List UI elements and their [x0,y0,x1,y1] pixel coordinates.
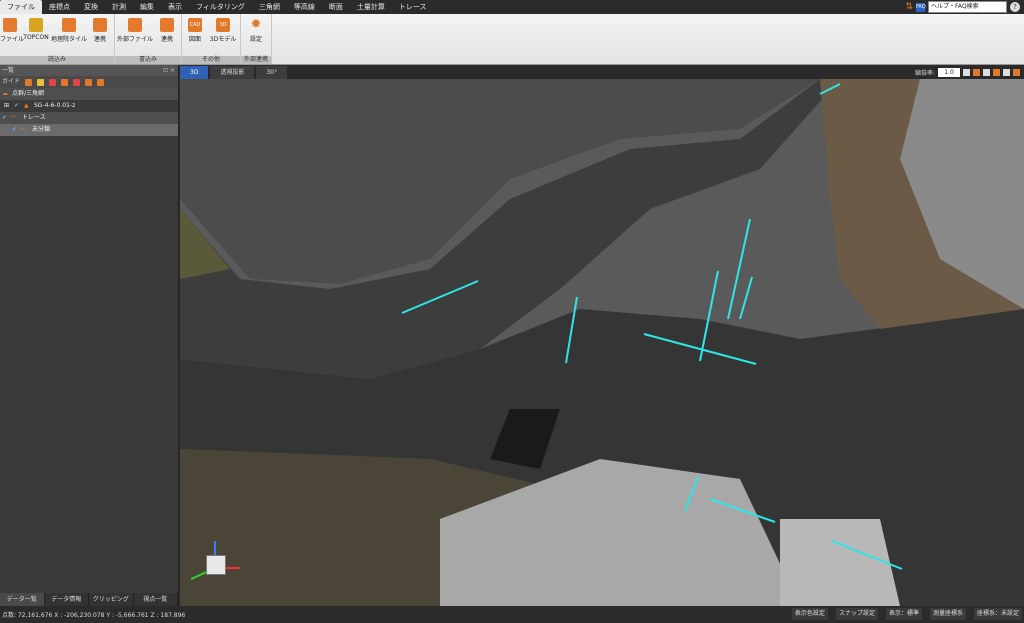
menu-right-tools: ⇅ FAQ ヘルプ・FAQ検索 ? [905,0,1024,14]
tab-data-list[interactable]: データ一覧 [0,593,45,606]
tree-row-trace[interactable]: ✔ 〰 トレース [0,112,178,124]
tab-data-info[interactable]: データ情報 [45,593,89,606]
scissors-icon[interactable] [49,78,57,86]
panel-title: 一覧 ⊡ ✕ [0,65,178,76]
view-top-icon[interactable] [973,69,980,76]
panel-toolbar: ガイド [0,76,178,88]
ribbon-group-external: ✹ 設定 外部連携 [241,14,272,64]
scanner-icon [29,18,43,32]
3d-viewport[interactable] [180,79,1024,606]
expand-icon[interactable]: ⊞ [4,100,9,112]
settings-button[interactable]: ✹ 設定 [245,17,267,44]
checkbox-icon[interactable]: ✔ [12,124,17,136]
map-tile-icon [62,18,76,32]
zoom-controls: 縮倍率: 1.0 [915,66,1020,79]
status-buttons: 表示色設定 スナップ設定 表示：標準 測量座標系 座標系：未設定 [791,608,1022,620]
delete-icon[interactable] [73,78,81,86]
tab-angle[interactable]: 30° [256,66,288,79]
survey-coordinate-button[interactable]: 測量座標系 [929,608,966,620]
display-mode-button[interactable]: 表示：標準 [885,608,922,620]
display-color-button[interactable]: 表示色設定 [791,608,828,620]
tree-row-pointcloud[interactable]: ☁ 点群/三角網 [0,88,178,100]
tool-icon-7[interactable] [97,78,105,86]
help-search-input[interactable]: ヘルプ・FAQ検索 [928,1,1007,13]
view-back-icon[interactable] [1003,69,1010,76]
ribbon-group-read: ファイル TOPCON 地理院タイル 連携 読込み [0,14,115,64]
pointcloud-icon: ▲ [24,102,29,109]
data-list-panel: 一覧 ⊡ ✕ ガイド ☁ 点群/三角網 ⊞ ✔ ▲ SG-4-6-0.01-z … [0,65,179,606]
checkbox-icon[interactable]: ✔ [14,100,19,112]
group-label-read: 読込み [0,56,114,64]
menu-filtering[interactable]: フィルタリング [189,0,252,14]
write-link-button[interactable]: 連携 [157,18,177,43]
group-label-other: その他 [182,56,240,64]
export-file-button[interactable]: 外部ファイル [117,18,153,43]
cloud-icon: ☁ [2,90,8,97]
3d-model-button[interactable]: 3D 3Dモデル [208,18,238,43]
tab-3d[interactable]: 3D [180,66,209,79]
drawing-button[interactable]: CAD 図面 [184,18,206,43]
cursor-coordinates: 点数: 72,161,676 X : -206,230.078 Y : -5,6… [2,612,186,619]
zoom-label: 縮倍率: [914,70,935,77]
panel-bottom-tabs: データ一覧 データ情報 クリッピング 視点一覧 [0,593,178,606]
menu-coord-points[interactable]: 座標点 [42,0,77,14]
menu-bar: ファイル 座標点 変換 計測 編集 表示 フィルタリング 三角網 等高線 断面 … [0,0,1024,14]
tab-clipping[interactable]: クリッピング [89,593,134,606]
link-icon [160,18,174,32]
menu-earthwork[interactable]: 土量計算 [350,0,392,14]
group-label-write: 書込み [115,56,181,64]
view-front-icon[interactable] [983,69,990,76]
sync-arrows-icon[interactable]: ⇅ [905,2,913,12]
coordinate-system-button[interactable]: 座標系：未設定 [973,608,1022,620]
link-icon [93,18,107,32]
pencil-icon[interactable] [37,78,45,86]
menu-trace[interactable]: トレース [392,0,434,14]
export-file-icon [128,18,142,32]
orientation-gizmo[interactable] [188,541,240,591]
pin-close-icon[interactable]: ⊡ ✕ [163,65,175,76]
menu-view[interactable]: 表示 [161,0,189,14]
trace-icon: 〰 [10,114,17,121]
checkbox-icon[interactable]: ✔ [2,112,7,124]
read-file-button[interactable]: ファイル [0,18,24,43]
tree-row-dataset[interactable]: ⊞ ✔ ▲ SG-4-6-0.01-z [0,100,178,112]
home-icon[interactable] [963,69,970,76]
gsi-tile-button[interactable]: 地理院タイル [50,18,88,43]
cad-icon: CAD [188,18,202,32]
guide-label[interactable]: ガイド [2,76,20,88]
faq-icon: FAQ [916,2,926,12]
snap-settings-button[interactable]: スナップ設定 [835,608,878,620]
ribbon-group-other: CAD 図面 3D 3Dモデル その他 [182,14,241,64]
3d-model-icon: 3D [216,18,230,32]
view-toolbar: 3D 透視投影 30° 縮倍率: 1.0 [180,66,1024,79]
gear-icon: ✹ [250,17,262,32]
tab-viewpoints[interactable]: 視点一覧 [134,593,178,606]
ribbon: ファイル TOPCON 地理院タイル 連携 読込み 外部ファイル 連携 書込み … [0,14,1024,65]
view-side-icon[interactable] [993,69,1000,76]
tool-icon-1[interactable] [25,78,33,86]
topcon-button[interactable]: TOPCON [22,18,50,41]
menu-file[interactable]: ファイル [0,0,42,14]
view-iso-icon[interactable] [1013,69,1020,76]
point-cloud-render[interactable] [180,79,1024,606]
menu-section[interactable]: 断面 [322,0,350,14]
zoom-input[interactable]: 1.0 [938,68,960,77]
menu-triangle-net[interactable]: 三角網 [252,0,287,14]
tab-perspective[interactable]: 透視投影 [210,66,255,79]
tool-icon-4[interactable] [61,78,69,86]
help-button[interactable]: ? [1010,2,1020,12]
file-icon [3,18,17,32]
menu-edit[interactable]: 編集 [133,0,161,14]
menu-transform[interactable]: 変換 [77,0,105,14]
trace-line-icon: 〰 [20,126,27,133]
read-link-button[interactable]: 連携 [90,18,110,43]
tool-icon-6[interactable] [85,78,93,86]
status-bar: 点数: 72,161,676 X : -206,230.078 Y : -5,6… [0,606,1024,623]
tree-row-unclassified[interactable]: ✔ 〰 未分類 [0,124,178,136]
ribbon-group-write: 外部ファイル 連携 書込み [115,14,182,64]
menu-measure[interactable]: 計測 [105,0,133,14]
group-label-external: 外部連携 [241,56,271,64]
menu-contour[interactable]: 等高線 [287,0,322,14]
